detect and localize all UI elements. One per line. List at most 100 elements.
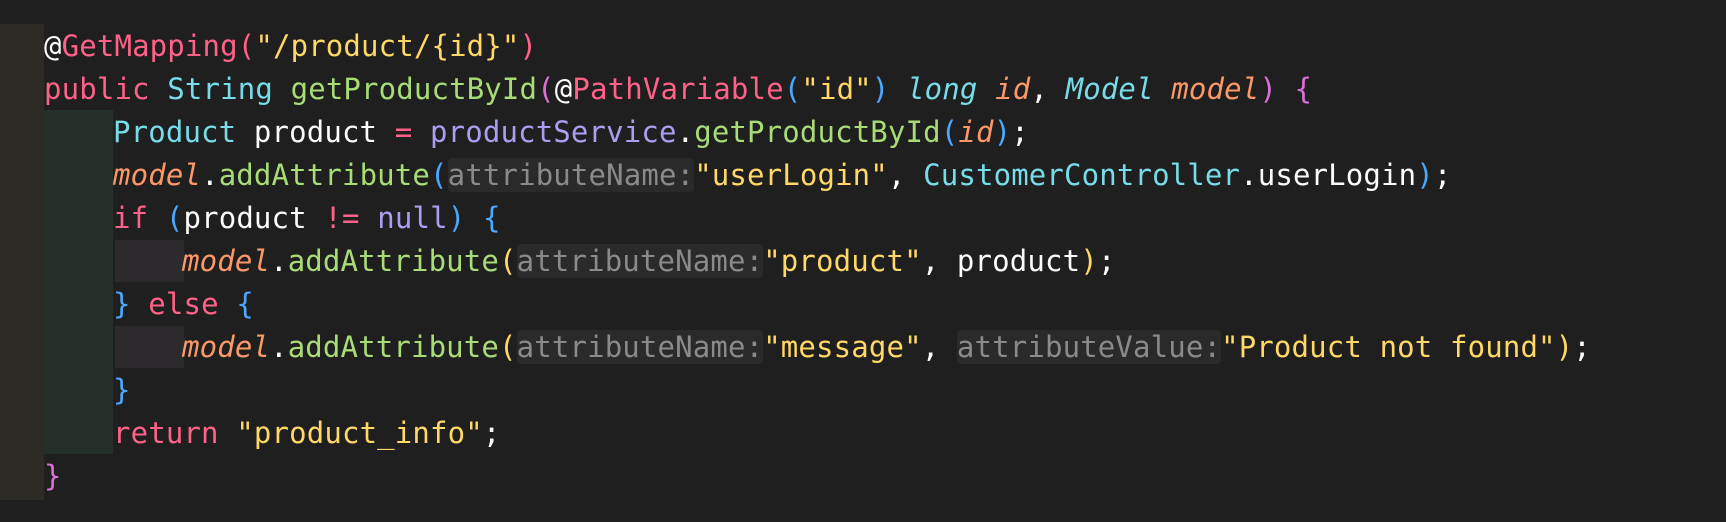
code-token: null xyxy=(377,201,448,235)
code-token: getProductById xyxy=(290,72,538,106)
code-token: addAttribute xyxy=(287,244,500,278)
code-line-6[interactable]: model.addAttribute(attributeName:"produc… xyxy=(182,240,1115,283)
code-token: ; xyxy=(1573,330,1591,364)
code-token: ( xyxy=(940,115,959,149)
code-token: id xyxy=(958,115,994,149)
code-token: else xyxy=(148,287,219,321)
code-token: ( xyxy=(499,244,517,278)
code-line-5[interactable]: if (product != null) { xyxy=(113,197,501,240)
code-token: . xyxy=(201,158,219,192)
code-token: addAttribute xyxy=(287,330,500,364)
code-token: ; xyxy=(482,416,501,450)
code-token: PathVariable xyxy=(572,72,784,106)
code-token: addAttribute xyxy=(218,158,431,192)
code-token: GetMapping xyxy=(61,29,238,63)
code-token: , xyxy=(887,158,924,192)
code-line-9[interactable]: } xyxy=(113,369,131,412)
code-line-8[interactable]: model.addAttribute(attributeName:"messag… xyxy=(182,326,1591,369)
code-token: return xyxy=(113,416,219,450)
code-line-1[interactable]: @GetMapping("/product/{id}") xyxy=(44,25,537,68)
code-line-3[interactable]: Product product = productService.getProd… xyxy=(113,111,1029,154)
code-line-10[interactable]: return "product_info"; xyxy=(113,412,500,455)
code-token: @ xyxy=(554,72,573,106)
code-token: "userLogin" xyxy=(694,158,888,192)
code-token: ( xyxy=(430,158,448,192)
code-token: "message" xyxy=(763,330,922,364)
code-token: = xyxy=(394,115,413,149)
code-token: } xyxy=(113,373,131,407)
code-token: , product xyxy=(921,244,1081,278)
code-token: ( xyxy=(537,72,555,106)
code-line-2[interactable]: public String getProductById(@PathVariab… xyxy=(44,68,1312,111)
code-token: product xyxy=(183,201,325,235)
code-token: . xyxy=(270,330,288,364)
code-token: } xyxy=(44,459,62,493)
code-token: Model xyxy=(1065,72,1154,106)
indent-guide xyxy=(115,240,184,282)
code-token: { xyxy=(1294,72,1313,106)
code-token: getProductById xyxy=(694,115,941,149)
code-line-4[interactable]: model.addAttribute(attributeName:"userLo… xyxy=(113,154,1451,197)
code-token: Product xyxy=(113,115,237,149)
code-token: public xyxy=(44,72,150,106)
code-token: model xyxy=(1171,72,1260,106)
code-token: ; xyxy=(1011,115,1029,149)
code-token: , xyxy=(1030,72,1066,106)
code-token: productService xyxy=(430,115,677,149)
code-token: .userLogin xyxy=(1240,158,1417,192)
parameter-hint: attributeName: xyxy=(516,330,764,364)
code-token: "/product/{id}" xyxy=(255,29,520,63)
code-token: ( xyxy=(237,29,256,63)
code-token: != xyxy=(324,201,360,235)
code-token: , xyxy=(921,330,957,364)
parameter-hint: attributeName: xyxy=(447,158,695,192)
code-token: ) xyxy=(871,72,890,106)
code-token: String xyxy=(167,72,273,106)
indent-guide xyxy=(115,326,184,368)
code-token: "Product not found" xyxy=(1221,330,1556,364)
code-token: model xyxy=(182,330,271,364)
code-token: ) xyxy=(1416,158,1434,192)
code-editor[interactable]: @GetMapping("/product/{id}") public Stri… xyxy=(0,0,1726,522)
code-token: CustomerController xyxy=(923,158,1241,192)
code-token: model xyxy=(182,244,271,278)
code-token: . xyxy=(676,115,695,149)
code-token: product xyxy=(236,115,395,149)
code-token: ) xyxy=(1555,330,1574,364)
code-token: ) xyxy=(1259,72,1277,106)
code-token: } xyxy=(113,287,131,321)
code-token: id xyxy=(995,72,1031,106)
code-token: long xyxy=(907,72,978,106)
code-token: "product_info" xyxy=(236,416,483,450)
parameter-hint: attributeValue: xyxy=(956,330,1222,364)
code-token: ) xyxy=(447,201,466,235)
code-token: model xyxy=(113,158,202,192)
code-line-7[interactable]: } else { xyxy=(113,283,254,326)
code-token: ( xyxy=(165,201,184,235)
gutter-strip xyxy=(0,24,44,500)
code-token: ; xyxy=(1433,158,1452,192)
parameter-hint: attributeName: xyxy=(516,244,764,278)
code-line-11[interactable]: } xyxy=(44,455,62,498)
code-token: @ xyxy=(44,29,62,63)
code-token: ( xyxy=(499,330,517,364)
code-token: if xyxy=(113,201,149,235)
code-token: . xyxy=(270,244,288,278)
code-token: ) xyxy=(1080,244,1098,278)
code-token: "id" xyxy=(801,72,872,106)
indent-guide xyxy=(44,110,113,454)
code-token: { xyxy=(482,201,501,235)
code-token: { xyxy=(236,287,254,321)
